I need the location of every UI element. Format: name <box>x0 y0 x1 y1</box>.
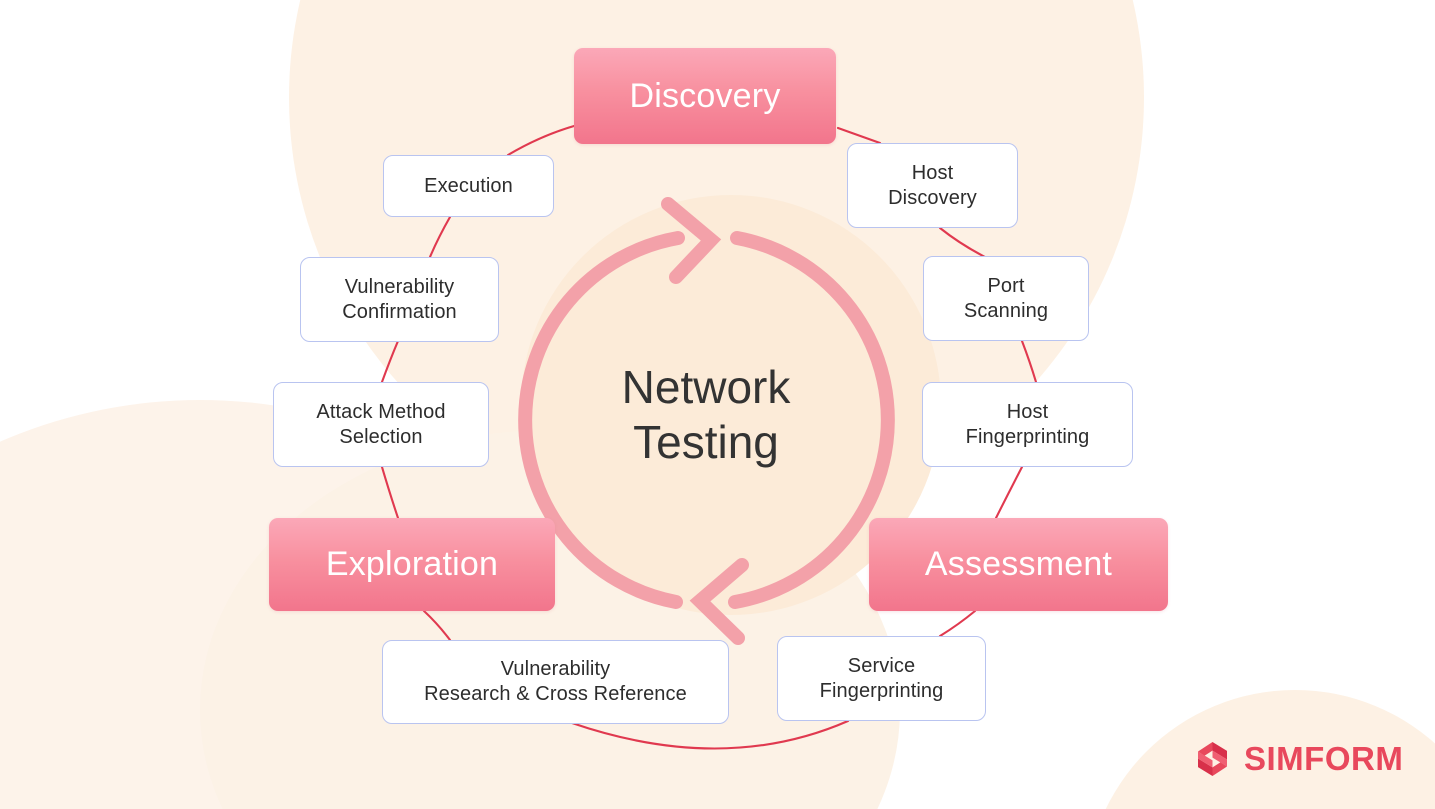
step-box-service-fingerprinting[interactable]: Service Fingerprinting <box>777 636 986 721</box>
step-label-host-fp-line1: Host <box>1006 400 1049 423</box>
step-box-execution[interactable]: Execution <box>383 155 554 217</box>
step-box-vulnerability-confirmation[interactable]: Vulnerability Confirmation <box>300 257 499 342</box>
step-label-vuln-confirm-line2: Confirmation <box>342 300 457 323</box>
step-box-vulnerability-research[interactable]: Vulnerability Research & Cross Reference <box>382 640 729 724</box>
step-label-execution-line1: Execution <box>424 174 513 197</box>
step-label-vuln-research-line1: Vulnerability <box>500 658 611 680</box>
step-label-service-fp-line1: Service <box>847 654 916 677</box>
step-label-vuln-research-line2: Research & Cross Reference <box>424 683 687 705</box>
simform-s-mark-icon <box>1198 742 1227 776</box>
stage-label-exploration: Exploration <box>325 545 499 583</box>
step-box-host-discovery[interactable]: Host Discovery <box>847 143 1018 228</box>
step-label-port-scanning-line1: Port <box>987 274 1025 297</box>
diagram-canvas: Network Testing Discovery Assessment Exp… <box>0 0 1435 809</box>
center-label-line1: Network <box>621 361 791 413</box>
stage-label-discovery: Discovery <box>629 76 781 115</box>
stage-box-exploration[interactable]: Exploration <box>269 518 555 611</box>
step-label-port-scanning-line2: Scanning <box>963 299 1049 322</box>
step-label-vuln-confirm-line1: Vulnerability <box>344 275 455 298</box>
step-box-host-fingerprinting[interactable]: Host Fingerprinting <box>922 382 1133 467</box>
stage-label-assessment: Assessment <box>924 545 1113 583</box>
simform-wordmark: SIMFORM <box>1244 740 1404 777</box>
step-label-attack-method-line1: Attack Method <box>316 400 446 423</box>
step-box-port-scanning[interactable]: Port Scanning <box>923 256 1089 341</box>
simform-logo: SIMFORM <box>1192 738 1403 780</box>
step-label-host-discovery-line1: Host <box>911 161 954 184</box>
center-label-line2: Testing <box>633 416 779 468</box>
step-label-host-discovery-line2: Discovery <box>888 186 977 209</box>
step-label-attack-method-line2: Selection <box>339 425 423 448</box>
center-label: Network Testing <box>546 360 866 470</box>
stage-box-assessment[interactable]: Assessment <box>869 518 1168 611</box>
stage-box-discovery[interactable]: Discovery <box>574 48 836 144</box>
step-label-service-fp-line2: Fingerprinting <box>819 679 944 702</box>
step-box-attack-method-selection[interactable]: Attack Method Selection <box>273 382 489 467</box>
step-label-host-fp-line2: Fingerprinting <box>965 425 1090 448</box>
